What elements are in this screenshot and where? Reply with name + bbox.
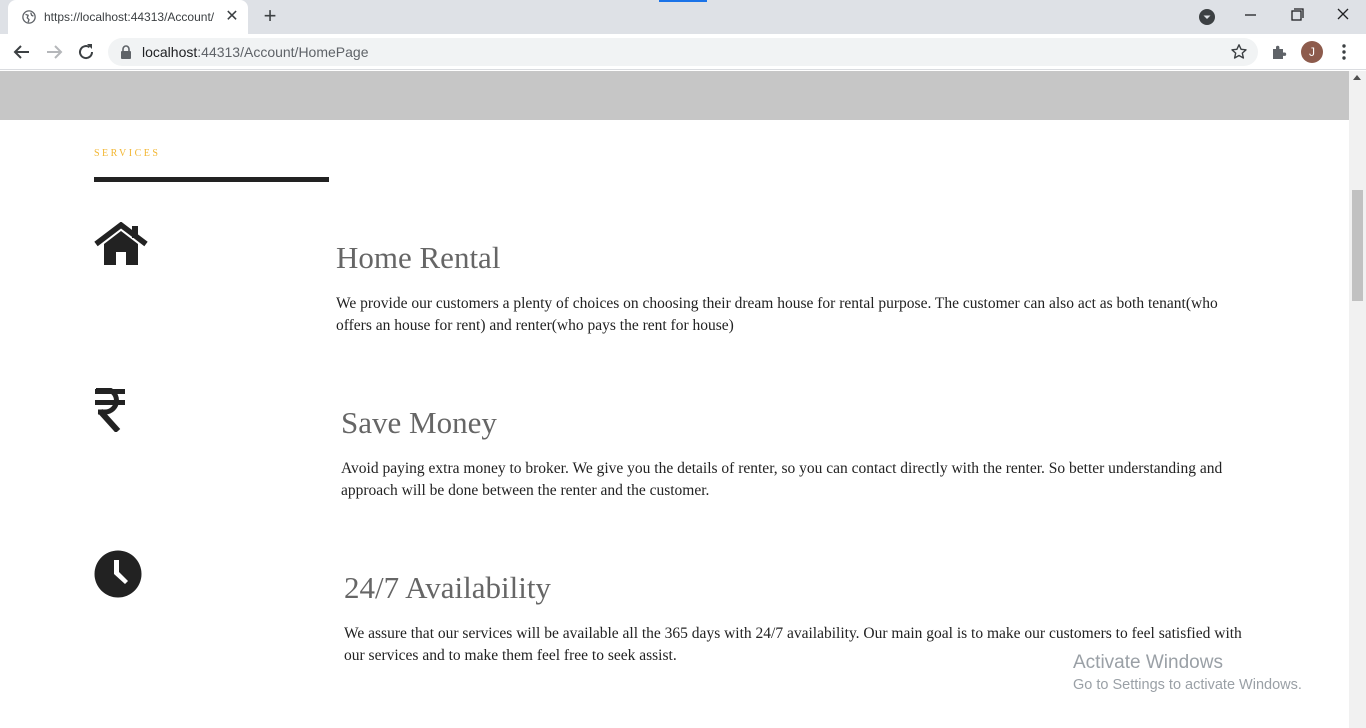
globe-icon — [22, 10, 36, 24]
page-viewport: SERVICES Home Rental We provide our cust… — [0, 71, 1349, 728]
tab-strip: https://localhost:44313/Account/ ✕ + — [0, 0, 1366, 34]
url-text[interactable]: localhost:44313/Account/HomePage — [142, 44, 369, 60]
watermark-subtitle: Go to Settings to activate Windows. — [1073, 677, 1302, 693]
scrollbar-thumb[interactable] — [1352, 190, 1363, 301]
close-tab-icon[interactable]: ✕ — [224, 9, 240, 25]
tab-title: https://localhost:44313/Account/ — [44, 10, 215, 24]
watermark-title: Activate Windows — [1073, 652, 1223, 673]
scroll-up-arrow-icon[interactable] — [1353, 75, 1361, 80]
service-title-home-rental: Home Rental — [336, 240, 501, 275]
browser-menu-icon[interactable] — [1336, 43, 1352, 61]
restore-icon[interactable] — [1284, 4, 1310, 28]
bookmark-star-icon[interactable] — [1230, 43, 1248, 61]
back-arrow-icon[interactable] — [10, 40, 34, 64]
new-tab-button[interactable]: + — [258, 5, 282, 29]
reload-icon[interactable] — [74, 40, 98, 64]
rupee-icon — [95, 388, 125, 432]
service-description-home-rental: We provide our customers a plenty of cho… — [336, 295, 1218, 334]
header-banner — [0, 71, 1349, 120]
section-divider — [94, 177, 329, 182]
activate-windows-watermark: Activate Windows Go to Settings to activ… — [1073, 652, 1302, 695]
service-description-save-money: Avoid paying extra money to broker. We g… — [341, 460, 1223, 499]
close-window-icon[interactable] — [1330, 4, 1356, 28]
tab-search-icon[interactable] — [1198, 8, 1216, 26]
clock-icon — [94, 550, 142, 598]
browser-toolbar: localhost:44313/Account/HomePage J — [0, 34, 1366, 70]
vertical-scrollbar[interactable] — [1349, 71, 1366, 728]
section-label: SERVICES — [94, 148, 161, 159]
url-path: :44313/Account/HomePage — [197, 44, 369, 60]
profile-avatar[interactable]: J — [1301, 41, 1323, 63]
browser-tab[interactable]: https://localhost:44313/Account/ ✕ — [8, 0, 248, 34]
minimize-icon[interactable] — [1238, 4, 1264, 28]
service-title-availability: 24/7 Availability — [344, 570, 551, 605]
address-bar[interactable]: localhost:44313/Account/HomePage — [108, 38, 1258, 66]
tab-drag-indicator — [659, 0, 707, 2]
extensions-puzzle-icon[interactable] — [1270, 43, 1288, 61]
home-icon — [94, 222, 148, 265]
lock-icon[interactable] — [120, 45, 132, 59]
service-title-save-money: Save Money — [341, 405, 497, 440]
url-host: localhost — [142, 44, 198, 60]
forward-arrow-icon[interactable] — [42, 40, 66, 64]
